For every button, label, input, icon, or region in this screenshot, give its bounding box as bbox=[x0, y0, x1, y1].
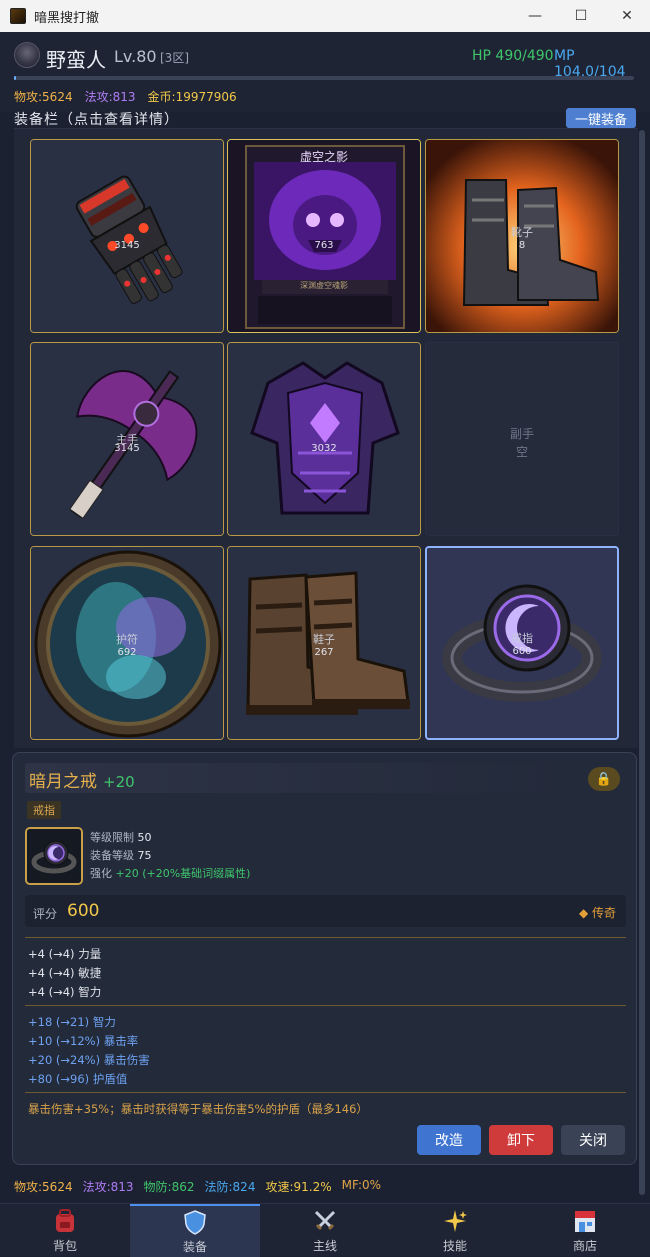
tab-backpack[interactable]: 背包 bbox=[0, 1204, 130, 1257]
modify-button[interactable]: 改造 bbox=[417, 1125, 481, 1155]
shop-icon bbox=[572, 1207, 598, 1235]
tab-label: 主线 bbox=[312, 1239, 337, 1253]
ring-icon bbox=[27, 829, 81, 883]
character-header: 野蛮人 Lv.80 [3区] HP 490/490 MP 104.0/104 物… bbox=[0, 32, 650, 112]
score-box bbox=[25, 895, 626, 927]
skull-card-icon bbox=[228, 140, 420, 332]
basic-affix: +4 (→4) 力量 bbox=[28, 947, 102, 961]
item-name: 暗月之戒 bbox=[29, 772, 97, 792]
slot-boots[interactable]: 鞋子 267 bbox=[227, 546, 421, 740]
tab-label: 背包 bbox=[52, 1239, 77, 1253]
slot-score: 267 bbox=[314, 647, 334, 658]
tab-main-quest[interactable]: 主线 bbox=[260, 1204, 390, 1257]
slot-score: 3032 bbox=[311, 443, 337, 454]
slot-empty-text: 空 bbox=[515, 445, 528, 459]
magic-affix: +18 (→21) 智力 bbox=[28, 1015, 116, 1029]
slot-amulet[interactable]: 护符 692 bbox=[30, 546, 224, 740]
close-detail-button[interactable]: 关闭 bbox=[561, 1125, 625, 1155]
card-caption: 深渊虚空魂影 bbox=[300, 281, 348, 290]
slot-label: 靴子 bbox=[511, 226, 533, 239]
slot-gloves[interactable]: 3145 bbox=[30, 139, 224, 333]
slot-score: 8 bbox=[518, 240, 526, 251]
backpack-icon bbox=[52, 1207, 78, 1235]
special-effect: 暴击伤害+35%；暴击时获得等于暴击伤害5%的护盾（最多146） bbox=[28, 1102, 368, 1116]
magic-affix: +10 (→12%) 暴击率 bbox=[28, 1034, 139, 1048]
close-window-button[interactable]: ✕ bbox=[604, 0, 650, 32]
stat-magic-find: MF:0% bbox=[341, 1178, 382, 1192]
character-name: 野蛮人 bbox=[46, 48, 106, 72]
scrollbar-thumb[interactable] bbox=[639, 130, 645, 1195]
card-title: 虚空之影 bbox=[299, 150, 348, 164]
score-value: 600 bbox=[67, 901, 100, 921]
tab-equipment[interactable]: 装备 bbox=[130, 1204, 260, 1257]
equipment-title: 装备栏（点击查看详情） bbox=[14, 112, 179, 128]
item-thumbnail bbox=[25, 827, 83, 885]
slot-label: 鞋子 bbox=[313, 633, 335, 646]
lock-icon[interactable]: 🔒 bbox=[588, 767, 620, 791]
maximize-button[interactable]: ☐ bbox=[558, 0, 604, 32]
item-enhance: +20 bbox=[103, 773, 135, 791]
slot-score: 3145 bbox=[114, 443, 140, 454]
slot-label: 戒指 bbox=[511, 632, 533, 645]
xp-bar bbox=[14, 76, 634, 80]
slot-score: 692 bbox=[117, 647, 137, 658]
xp-bar-fill bbox=[14, 76, 17, 80]
armor-icon bbox=[228, 343, 420, 535]
tab-skills[interactable]: 技能 bbox=[390, 1204, 520, 1257]
tab-label: 技能 bbox=[442, 1239, 467, 1253]
stat-magic-attack: 法攻:813 bbox=[82, 1180, 134, 1194]
slot-boots-fire[interactable]: 靴子 8 bbox=[425, 139, 619, 333]
footer-stats: 物攻:5624 法攻:813 物防:862 法防:824 攻速:91.2% MF… bbox=[14, 1178, 381, 1195]
slot-card[interactable]: 虚空之影 深渊虚空魂影 763 bbox=[227, 139, 421, 333]
character-stats: 物攻:5624 法攻:813 金币:19977906 bbox=[14, 88, 237, 105]
rarity-badge: ◆ 传奇 bbox=[578, 906, 616, 920]
item-level-row: 装备等级 75 bbox=[90, 849, 152, 862]
window-titlebar: 暗黑搜打撤 — ☐ ✕ bbox=[0, 0, 650, 32]
crossed-swords-icon bbox=[312, 1207, 338, 1235]
stat-gold: 金币:19977906 bbox=[147, 90, 237, 104]
avatar[interactable] bbox=[14, 42, 40, 68]
magic-affix: +80 (→96) 护盾值 bbox=[28, 1072, 128, 1086]
tab-label: 装备 bbox=[182, 1240, 207, 1254]
character-level: Lv.80 bbox=[114, 47, 157, 66]
basic-affix: +4 (→4) 敏捷 bbox=[28, 966, 102, 980]
slot-off-hand[interactable]: 副手 空 bbox=[425, 342, 619, 536]
minimize-button[interactable]: — bbox=[512, 0, 558, 32]
basic-affix: +4 (→4) 智力 bbox=[28, 985, 102, 999]
item-type-badge: 戒指 bbox=[27, 801, 61, 819]
one-click-equip-button[interactable]: 一键装备 bbox=[566, 108, 636, 128]
sparkles-icon bbox=[442, 1207, 468, 1235]
slot-main-hand[interactable]: 主手 3145 bbox=[30, 342, 224, 536]
stat-physical-defense: 物防:862 bbox=[143, 1180, 195, 1194]
stat-physical-attack: 物攻:5624 bbox=[14, 1180, 73, 1194]
enhance-row: 强化 +20 (+20%基础词缀属性) bbox=[90, 867, 251, 880]
slot-score: 763 bbox=[314, 240, 334, 251]
stat-magic-attack: 法攻:813 bbox=[84, 90, 136, 104]
slot-ring[interactable]: 戒指 600 bbox=[425, 546, 619, 740]
unequip-button[interactable]: 卸下 bbox=[489, 1125, 553, 1155]
slot-score: 600 bbox=[512, 646, 532, 657]
slot-score: 3145 bbox=[114, 240, 140, 251]
tab-label: 商店 bbox=[572, 1239, 597, 1253]
app-icon bbox=[10, 8, 26, 24]
item-detail-panel: 暗月之戒 +20 🔒 戒指 等级限制 50 装备等级 75 强化 +20 (+20… bbox=[12, 752, 637, 1165]
req-level-row: 等级限制 50 bbox=[90, 831, 152, 844]
stat-magic-defense: 法防:824 bbox=[204, 1180, 256, 1194]
score-label: 评分 bbox=[33, 907, 58, 921]
shield-icon bbox=[182, 1208, 208, 1236]
stat-physical-attack: 物攻:5624 bbox=[14, 90, 73, 104]
slot-label: 护符 bbox=[116, 633, 138, 646]
magic-affix: +20 (→24%) 暴击伤害 bbox=[28, 1053, 150, 1067]
hp-readout: HP 490/490 bbox=[472, 48, 554, 64]
slot-armor[interactable]: 3032 bbox=[227, 342, 421, 536]
character-zone: [3区] bbox=[160, 51, 189, 65]
gauntlet-icon bbox=[31, 140, 223, 332]
bottom-tab-bar: 背包 装备 主线 技能 商店 bbox=[0, 1203, 650, 1257]
tab-shop[interactable]: 商店 bbox=[520, 1204, 650, 1257]
slot-label: 副手 bbox=[509, 427, 534, 441]
window-title: 暗黑搜打撤 bbox=[34, 10, 100, 26]
item-name-row: 暗月之戒 +20 bbox=[29, 767, 135, 792]
stat-attack-speed: 攻速:91.2% bbox=[265, 1180, 332, 1194]
